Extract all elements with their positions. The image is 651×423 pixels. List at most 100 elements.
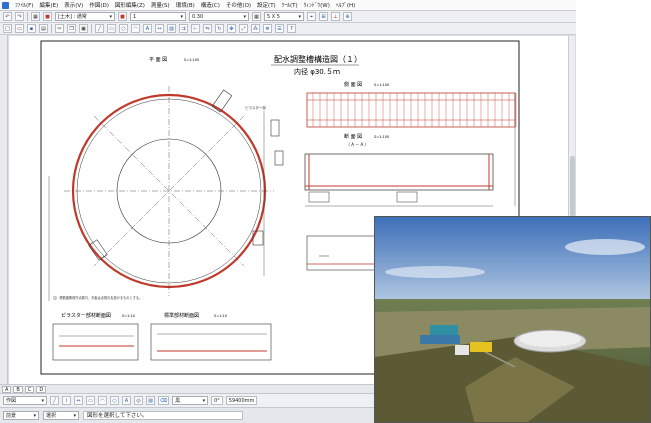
- sheet-tab[interactable]: D: [36, 385, 47, 393]
- move-tool-icon[interactable]: ✥: [227, 24, 236, 33]
- side-scale: S=1:100: [374, 83, 389, 87]
- polyline-icon[interactable]: ⌇: [62, 396, 71, 405]
- circle-icon[interactable]: ○: [110, 396, 119, 405]
- erase-icon[interactable]: ⌫: [158, 396, 170, 405]
- length-field[interactable]: 59400mm: [225, 396, 258, 405]
- print-icon[interactable]: ▤: [39, 24, 48, 33]
- menu-bar: ﾌｧｲﾙ(F) 編集(E) 表示(V) 作図(D) 図形編集(Z) 測量(S) …: [0, 0, 576, 11]
- sheet-tab[interactable]: B: [13, 385, 23, 393]
- offset-tool-icon[interactable]: ⇉: [179, 24, 188, 33]
- chevron-down-icon: ▾: [41, 397, 44, 404]
- menu-other[interactable]: その他(O): [226, 1, 251, 9]
- hatch-icon[interactable]: ▨: [146, 396, 155, 405]
- aerial-photo: [374, 216, 651, 423]
- status-layer-value: 前景: [6, 413, 17, 419]
- chevron-down-icon: ▾: [33, 412, 36, 419]
- menu-environment[interactable]: 環境(B): [176, 1, 195, 9]
- color-icon[interactable]: ■: [43, 12, 52, 21]
- save-icon[interactable]: ▪: [27, 24, 36, 33]
- line-icon[interactable]: ╱: [50, 396, 59, 405]
- menu-help[interactable]: ﾍﾙﾌﾟ(H): [336, 1, 355, 9]
- dimension-tool-icon[interactable]: ↔: [155, 24, 164, 33]
- drawing-title: 配水調整槽構造図（１）: [274, 54, 362, 64]
- properties-icon[interactable]: ☰: [275, 24, 284, 33]
- zoom-icon[interactable]: ⊕: [343, 12, 352, 21]
- color-select[interactable]: 黒 ▾: [172, 396, 209, 405]
- layer-manager-icon[interactable]: ≣: [263, 24, 272, 33]
- text-icon[interactable]: A: [122, 396, 131, 405]
- dimension-icon[interactable]: ↔: [74, 396, 83, 405]
- menu-draw[interactable]: 作図(D): [89, 1, 109, 9]
- menu-structure[interactable]: 構造(C): [201, 1, 220, 9]
- layer-icon[interactable]: ▦: [31, 12, 40, 21]
- paste-icon[interactable]: ▣: [79, 24, 88, 33]
- rect-icon[interactable]: ▭: [86, 396, 95, 405]
- angle-field[interactable]: 0°: [211, 396, 223, 405]
- pilaster-section-scale: S=1:10: [122, 314, 135, 318]
- menu-window[interactable]: ｳｨﾝﾄﾞｳ(W): [304, 1, 330, 9]
- drawing-subtitle: 内径 φ30.５ｍ: [294, 67, 340, 76]
- scrollbar-thumb[interactable]: [570, 156, 575, 216]
- menu-view[interactable]: 表示(V): [64, 1, 83, 9]
- menu-edit[interactable]: 編集(E): [39, 1, 58, 9]
- drawing-note: 注）鉄筋被覆保守点検口、天板は点検孔を設けるものとする。: [53, 295, 142, 300]
- chevron-down-icon: ▾: [180, 13, 183, 20]
- line-select[interactable]: 1 ▾: [130, 12, 186, 21]
- toolbar-main: ↶ ↷ ▦ ■ [土木] : 通常 ▾ ■ 1 ▾ 0.30 ▾ ▦ 5 X 5…: [0, 11, 576, 23]
- chevron-down-icon: ▾: [298, 13, 301, 20]
- arc-icon[interactable]: ◠: [98, 396, 107, 405]
- standard-section-detail: [150, 323, 272, 361]
- snap-icon[interactable]: ⌖: [307, 12, 316, 21]
- pilaster-detail: [211, 89, 233, 113]
- toolbar-separator: [91, 24, 92, 33]
- mirror-tool-icon[interactable]: ⇋: [203, 24, 212, 33]
- open-file-icon[interactable]: ▭: [15, 24, 24, 33]
- plan-label: 平 面 図: [149, 57, 167, 63]
- layer-select[interactable]: [土木] : 通常 ▾: [55, 12, 115, 21]
- line-tool-icon[interactable]: ╱: [95, 24, 104, 33]
- pilaster-detail: [270, 119, 280, 137]
- weight-select-value: 0.30: [192, 13, 204, 20]
- symbol-icon[interactable]: ◎: [134, 396, 143, 405]
- grid-icon[interactable]: ▦: [252, 12, 261, 21]
- menu-file[interactable]: ﾌｧｲﾙ(F): [15, 1, 33, 9]
- aerial-photo-image: [375, 217, 650, 422]
- status-layer-select[interactable]: 前景 ▾: [3, 411, 39, 420]
- grid-select[interactable]: 5 X 5 ▾: [264, 12, 304, 21]
- yellow-building: [470, 342, 492, 352]
- rect-tool-icon[interactable]: ▭: [107, 24, 116, 33]
- section-view: [304, 153, 494, 191]
- menu-shape-edit[interactable]: 図形編集(Z): [115, 1, 145, 9]
- menu-survey[interactable]: 測量(S): [151, 1, 170, 9]
- trim-tool-icon[interactable]: ⊢: [191, 24, 200, 33]
- side-label: 側 面 図: [344, 81, 362, 88]
- chevron-down-icon: ▾: [109, 13, 112, 20]
- menu-tools[interactable]: ﾂｰﾙ(T): [282, 1, 298, 9]
- sheet-tab[interactable]: C: [24, 385, 35, 393]
- text-tool-icon[interactable]: A: [143, 24, 152, 33]
- pen-color-icon[interactable]: ■: [118, 12, 127, 21]
- pilaster-section-detail: [52, 323, 139, 361]
- circle-tool-icon[interactable]: ○: [119, 24, 128, 33]
- undo-button[interactable]: ↶: [3, 12, 12, 21]
- scale-tool-icon[interactable]: ⤢: [239, 24, 248, 33]
- menu-settings[interactable]: 設定(T): [257, 1, 276, 9]
- app-icon: [2, 1, 9, 9]
- weight-select[interactable]: 0.30 ▾: [189, 12, 249, 21]
- ortho-icon[interactable]: ⊞: [319, 12, 328, 21]
- status-mode-select[interactable]: 選択 ▾: [43, 411, 79, 420]
- hatch-tool-icon[interactable]: ▨: [167, 24, 176, 33]
- array-tool-icon[interactable]: ⁂: [251, 24, 260, 33]
- color-select-value: 黒: [175, 398, 181, 404]
- new-file-icon[interactable]: □: [3, 24, 12, 33]
- chevron-down-icon: ▾: [73, 412, 76, 419]
- mode-select[interactable]: 作図 ▾: [3, 396, 47, 405]
- cut-icon[interactable]: ✂: [55, 24, 64, 33]
- copy-icon[interactable]: ❐: [67, 24, 76, 33]
- rotate-tool-icon[interactable]: ↻: [215, 24, 224, 33]
- sheet-tab[interactable]: A: [2, 385, 12, 393]
- redo-button[interactable]: ↷: [15, 12, 24, 21]
- help-icon[interactable]: ?: [287, 24, 296, 33]
- measure-icon[interactable]: ⟂: [331, 12, 340, 21]
- arc-tool-icon[interactable]: ◠: [131, 24, 140, 33]
